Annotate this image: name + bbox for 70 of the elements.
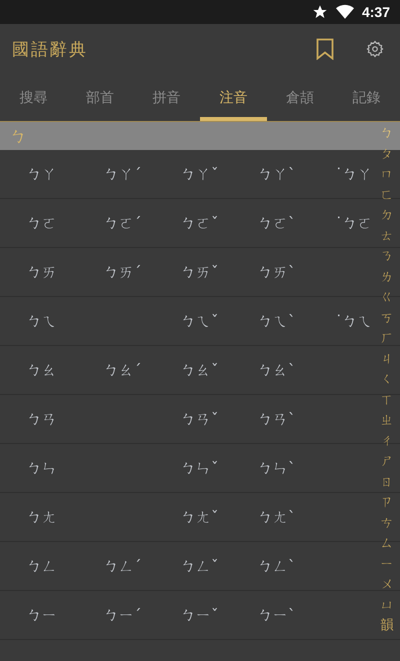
syllable-item[interactable]: ㄅㄛˋ <box>258 214 296 232</box>
index-letter[interactable]: ㄆ <box>380 144 394 165</box>
index-letter[interactable]: ㄍ <box>380 288 394 308</box>
syllable-item[interactable]: ㄅㄠˇ <box>181 360 218 380</box>
syllable-item[interactable]: ㄅㄛˊ <box>104 214 142 232</box>
index-letter[interactable]: ㄔ <box>380 432 394 452</box>
wifi-icon <box>336 4 354 20</box>
syllable-item[interactable]: ㄅㄛˇ <box>181 214 218 232</box>
syllable-item[interactable]: ㄅㄢˇ <box>181 410 218 428</box>
index-letter[interactable]: ㄊ <box>380 226 394 247</box>
settings-icon[interactable] <box>366 40 384 58</box>
syllable-item[interactable]: ㄅㄧˊ <box>104 606 142 624</box>
syllable-item[interactable]: ㄅㄚˋ <box>258 164 296 184</box>
index-letter[interactable]: ㄘ <box>380 514 394 534</box>
syllable-item[interactable]: ㄅㄠˊ <box>104 360 142 380</box>
syllable-item[interactable]: ㄅㄥˋ <box>258 556 296 576</box>
syllable-item[interactable]: ㄅㄠ <box>27 360 57 380</box>
index-letter[interactable]: ㄩ <box>380 596 394 616</box>
index-letter[interactable]: ㄨ <box>380 575 394 596</box>
star-icon <box>312 4 328 20</box>
syllable-item[interactable]: ㄅㄧˋ <box>258 606 296 624</box>
index-letter[interactable]: ㄏ <box>380 329 394 350</box>
app-title: 國語辭典 <box>12 38 89 60</box>
index-letter[interactable]: ㄓ <box>380 411 394 432</box>
bookmark-icon[interactable] <box>316 38 334 60</box>
syllable-item[interactable]: ㄅㄟˋ <box>258 312 296 330</box>
syllable-item[interactable]: ㄅㄚˇ <box>181 164 218 184</box>
index-letter[interactable]: ㄕ <box>380 452 394 472</box>
syllable-item[interactable]: ㄅㄢ <box>27 410 57 428</box>
clock-time: 4:37 <box>362 4 390 20</box>
syllable-item[interactable]: ㄅㄞˇ <box>181 262 218 282</box>
index-letter[interactable]: ㄑ <box>380 370 394 390</box>
index-letter[interactable]: ㄒ <box>380 390 394 411</box>
syllable-item[interactable]: ㄅㄥ <box>27 556 57 576</box>
syllable-item[interactable]: ㄅㄚˊ <box>104 164 142 184</box>
syllable-item[interactable]: ㄅㄞˋ <box>258 262 296 282</box>
syllable-item[interactable]: ㄅㄧˇ <box>181 606 218 624</box>
syllable-item[interactable]: ㄅㄞˊ <box>104 262 142 282</box>
syllable-item[interactable]: ㄅㄟˇ <box>181 312 218 330</box>
index-letter[interactable]: ㄖ <box>380 472 394 493</box>
syllable-item[interactable]: ㄅㄟ <box>27 312 57 330</box>
syllable-item[interactable]: ㄅㄤˇ <box>181 508 218 526</box>
index-letter[interactable]: ㄇ <box>380 165 394 186</box>
syllable-item[interactable]: ㄅㄣˇ <box>181 458 218 478</box>
index-letter[interactable]: ㄗ <box>380 493 394 514</box>
index-letter[interactable]: ㄧ <box>380 554 394 575</box>
index-letter[interactable]: ㄉ <box>380 206 394 226</box>
syllable-item[interactable]: ㄅㄠˋ <box>258 360 296 380</box>
syllable-item[interactable]: ˙ㄅㄟ <box>335 312 372 330</box>
syllable-item[interactable]: ㄅㄤ <box>27 508 57 526</box>
section-letter: ㄅ <box>10 126 27 148</box>
syllable-item[interactable]: ㄅㄞ <box>27 262 57 282</box>
index-letter[interactable]: ㄋ <box>380 247 394 268</box>
syllable-item[interactable]: ㄅㄢˋ <box>258 410 296 428</box>
syllable-item[interactable]: ㄅㄣˋ <box>258 458 296 478</box>
index-letter[interactable]: ㄙ <box>380 534 394 554</box>
syllable-item[interactable]: ˙ㄅㄛ <box>335 214 372 232</box>
syllable-item[interactable]: ㄅㄧ <box>27 606 57 624</box>
index-letter[interactable]: ㄎ <box>380 308 394 329</box>
syllable-item[interactable]: ㄅㄥˇ <box>181 556 218 576</box>
index-letter[interactable]: 韻 <box>380 616 394 636</box>
syllable-item[interactable]: ˙ㄅㄚ <box>335 164 372 184</box>
index-letter[interactable]: ㄐ <box>380 350 394 370</box>
index-letter[interactable]: ㄌ <box>380 268 394 288</box>
index-letter[interactable]: ㄈ <box>380 186 394 206</box>
syllable-item[interactable]: ㄅㄥˊ <box>104 556 142 576</box>
syllable-item[interactable]: ㄅㄛ <box>27 214 57 232</box>
syllable-item[interactable]: ㄅㄚ <box>27 164 57 184</box>
syllable-item[interactable]: ㄅㄤˋ <box>258 508 296 526</box>
syllable-item[interactable]: ㄅㄣ <box>27 458 57 478</box>
